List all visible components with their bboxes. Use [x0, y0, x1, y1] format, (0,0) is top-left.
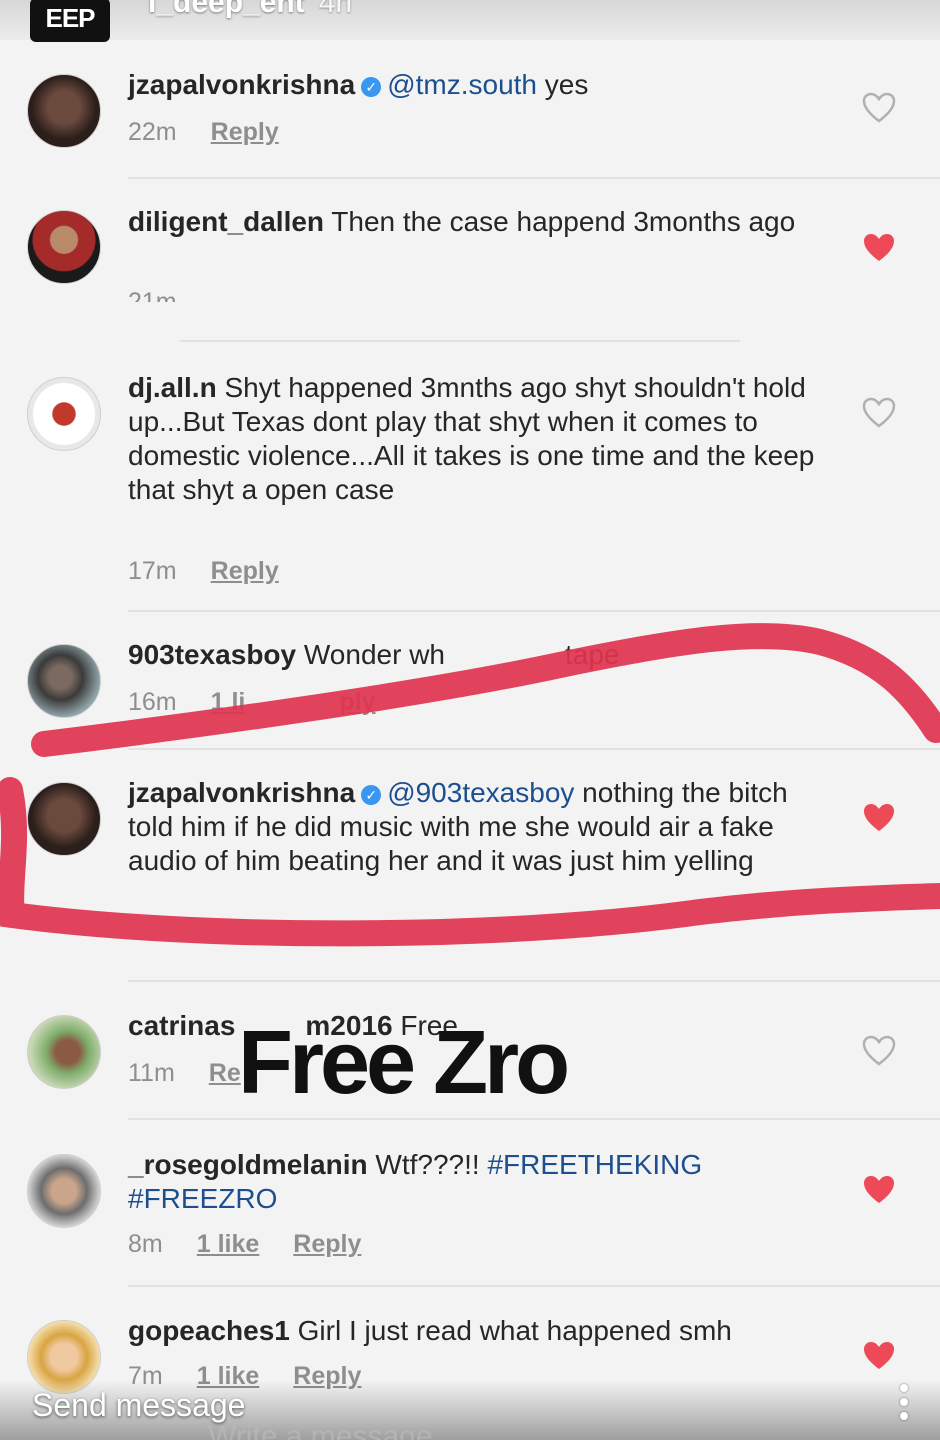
comment-body-tail: tape: [565, 639, 620, 670]
comment-body: Then the case happend 3months ago: [324, 206, 796, 237]
comment-meta: 21m: [128, 288, 211, 302]
heart-icon[interactable]: [862, 802, 896, 834]
comment-time: 22m: [128, 118, 177, 146]
comment-username[interactable]: _rosegoldmelanin: [128, 1149, 368, 1180]
verified-badge-icon: ✓: [361, 785, 382, 805]
account-logo[interactable]: EEP: [30, 0, 110, 42]
avatar[interactable]: [27, 74, 101, 148]
write-message-placeholder: Write a message: [208, 1420, 433, 1440]
comment-time: 11m: [128, 1059, 175, 1087]
avatar[interactable]: [27, 782, 101, 856]
comment-username[interactable]: catrinas: [128, 1010, 235, 1041]
reply-button[interactable]: Re: [209, 1059, 241, 1087]
comment-text: _rosegoldmelanin Wtf???!! #FREETHEKING #…: [128, 1148, 828, 1216]
comment-time: 21m: [128, 288, 177, 302]
heart-icon[interactable]: [862, 1035, 896, 1067]
story-username-text: i_deep_ent: [148, 0, 305, 19]
comment-text: diligent_dallen Then the case happend 3m…: [128, 205, 818, 239]
comment-body: yes: [537, 69, 589, 100]
likes-count[interactable]: 1 li: [211, 688, 246, 716]
avatar[interactable]: [27, 1154, 101, 1228]
send-message-input[interactable]: Send message: [32, 1387, 245, 1424]
heart-icon[interactable]: [862, 1174, 896, 1206]
comment-body: Wonder wh: [296, 639, 445, 670]
sticker-text[interactable]: Free Zro: [238, 1012, 570, 1115]
avatar[interactable]: [27, 1015, 101, 1089]
more-vertical-icon[interactable]: [896, 1384, 912, 1428]
comment-time: 16m: [128, 688, 177, 716]
reply-button[interactable]: Reply: [293, 1230, 361, 1258]
avatar[interactable]: [27, 644, 101, 718]
reply-button[interactable]: ply: [339, 688, 375, 716]
story-screen: EEP i_deep_ent 4h jzapalvonkrishna ✓ @tmz.s…: [0, 0, 940, 1440]
comment-meta: 8m 1 like Reply: [128, 1230, 395, 1259]
comment-text: gopeaches1 Girl I just read what happene…: [128, 1314, 818, 1348]
likes-count[interactable]: 1 like: [197, 1230, 260, 1258]
comment-time: 17m: [128, 557, 177, 585]
comment-body: Wtf???!!: [367, 1149, 488, 1180]
comment-meta: 22m Reply: [128, 118, 313, 147]
reply-button[interactable]: Reply: [211, 118, 279, 146]
story-time: 4h: [318, 0, 353, 19]
comment-username[interactable]: jzapalvonkrishna: [128, 777, 355, 808]
divider: [128, 980, 940, 982]
comment-meta: 16m 1 li ply: [128, 688, 410, 717]
comment-meta: 17m Reply: [128, 557, 313, 586]
comment-username[interactable]: gopeaches1: [128, 1315, 290, 1346]
comment-mention[interactable]: @tmz.south: [387, 69, 537, 100]
divider: [128, 748, 940, 750]
comment-mention[interactable]: @903texasboy: [387, 777, 574, 808]
comment-text: 903texasboy Wonder wh tape: [128, 638, 818, 672]
comment-username[interactable]: dj.all.n: [128, 372, 217, 403]
divider: [128, 177, 940, 179]
reply-button[interactable]: Reply: [211, 557, 279, 585]
heart-icon[interactable]: [862, 232, 896, 264]
heart-icon[interactable]: [862, 1340, 896, 1372]
divider: [180, 340, 740, 342]
verified-badge-icon: ✓: [361, 77, 382, 97]
comment-body: Girl I just read what happened smh: [289, 1315, 732, 1346]
comment-text: jzapalvonkrishna ✓ @tmz.south yes: [128, 68, 818, 102]
divider: [128, 610, 940, 612]
comment-body: Shyt happened 3mnths ago shyt shouldn't …: [128, 372, 815, 505]
comment-text: jzapalvonkrishna ✓ @903texasboy nothing th…: [128, 776, 828, 878]
comment-username[interactable]: 903texasboy: [128, 639, 296, 670]
avatar[interactable]: [27, 377, 101, 451]
heart-icon[interactable]: [862, 92, 896, 124]
avatar[interactable]: [27, 210, 101, 284]
heart-icon[interactable]: [862, 397, 896, 429]
story-header: EEP i_deep_ent 4h: [0, 0, 940, 42]
divider: [128, 1118, 940, 1120]
comment-text: dj.all.n Shyt happened 3mnths ago shyt s…: [128, 371, 828, 507]
comment-username[interactable]: diligent_dallen: [128, 206, 324, 237]
comment-username[interactable]: jzapalvonkrishna: [128, 69, 355, 100]
divider: [128, 1285, 940, 1287]
story-username[interactable]: i_deep_ent 4h: [148, 0, 352, 20]
comment-time: 8m: [128, 1230, 163, 1258]
